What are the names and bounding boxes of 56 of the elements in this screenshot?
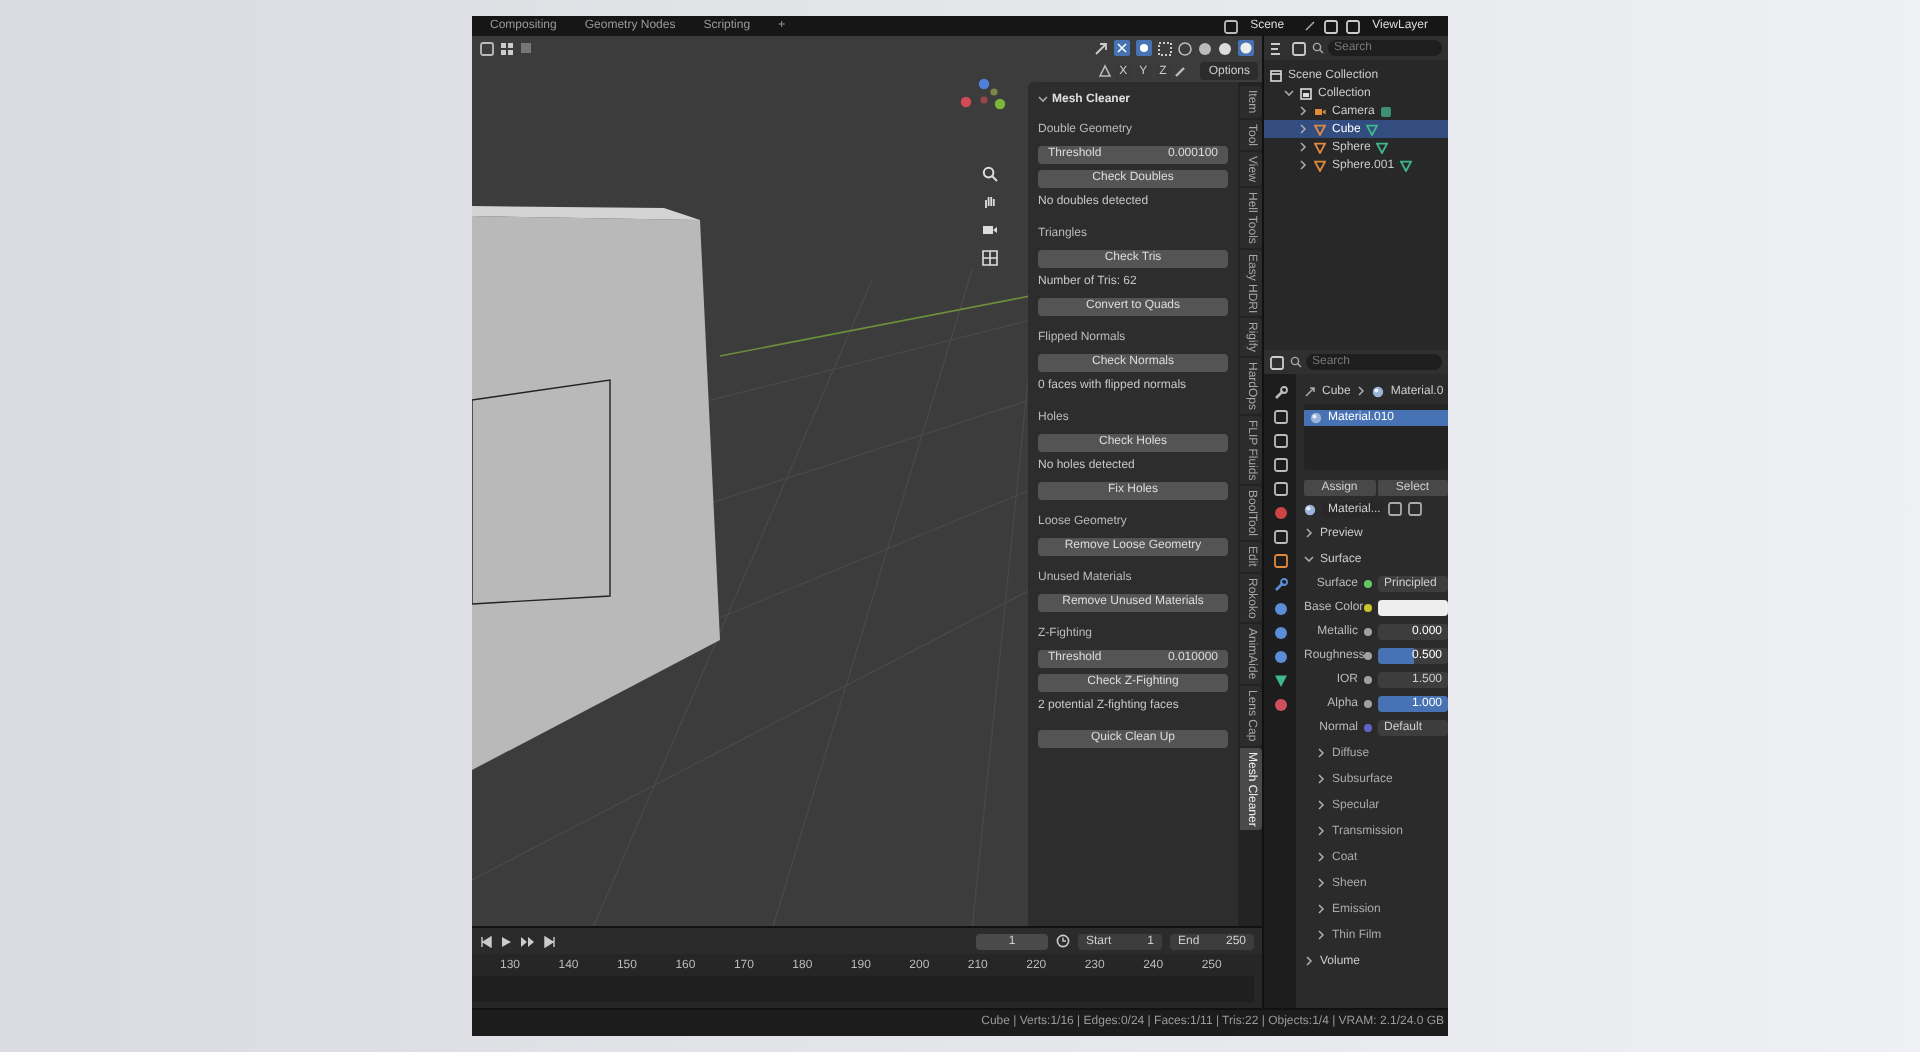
chevron-right-icon[interactable] (1304, 528, 1314, 538)
wireframe-sphere-icon[interactable] (1178, 41, 1192, 55)
box-icon (1270, 69, 1282, 81)
chevron-right-icon[interactable] (1316, 904, 1326, 914)
wrench-icon[interactable] (1273, 578, 1287, 592)
chevron-down-icon[interactable] (1284, 88, 1294, 98)
color-swatch[interactable] (1378, 600, 1448, 616)
jump-end-icon[interactable] (544, 935, 556, 947)
solid-sphere-icon[interactable] (1198, 41, 1212, 55)
play-icon[interactable] (500, 935, 512, 947)
grid-icon[interactable] (500, 41, 514, 55)
chevron-right-icon[interactable] (1298, 160, 1308, 170)
square-icon[interactable] (1273, 410, 1287, 424)
sphere-icon (1372, 385, 1385, 397)
square-icon[interactable] (1273, 554, 1287, 568)
chevron-down-icon[interactable] (1038, 94, 1048, 104)
chevron-right-icon[interactable] (1316, 852, 1326, 862)
chevron-down-icon[interactable] (1304, 554, 1314, 564)
chevron-right-icon[interactable] (1298, 142, 1308, 152)
circle-icon[interactable] (1273, 698, 1287, 712)
grid-icon[interactable] (982, 250, 998, 266)
magnifier-icon[interactable] (982, 166, 998, 182)
square-icon[interactable] (1273, 458, 1287, 472)
clock-icon[interactable] (1056, 934, 1070, 948)
square-icon[interactable] (1273, 482, 1287, 496)
chevron-right-icon[interactable] (1316, 748, 1326, 758)
material-sphere-icon[interactable] (1218, 41, 1232, 55)
sphere-icon (1304, 503, 1316, 515)
chevron-right-icon[interactable] (1304, 956, 1314, 966)
search-icon (1312, 42, 1324, 54)
square-icon[interactable] (1380, 105, 1393, 117)
box-icon (1300, 87, 1312, 99)
chevron-right-icon[interactable] (1316, 930, 1326, 940)
square-icon[interactable] (1273, 530, 1287, 544)
triangle-icon[interactable] (1273, 674, 1287, 688)
chevron-right-icon[interactable] (1298, 124, 1308, 134)
next-key-icon[interactable] (520, 935, 536, 947)
chevron-right-icon[interactable] (1298, 106, 1308, 116)
circle-icon[interactable] (1273, 626, 1287, 640)
circle-icon[interactable] (1273, 602, 1287, 616)
hand-icon[interactable] (982, 194, 998, 210)
camera-icon (1314, 105, 1326, 117)
square-icon[interactable] (1273, 434, 1287, 448)
chevron-right-icon (1356, 386, 1367, 396)
chevron-right-icon[interactable] (1316, 800, 1326, 810)
circle-icon[interactable] (1273, 650, 1287, 664)
sphere-icon (1310, 412, 1322, 424)
chevron-right-icon[interactable] (1316, 774, 1326, 784)
wrench-icon[interactable] (1273, 386, 1287, 400)
jump-start-icon[interactable] (480, 935, 492, 947)
circle-icon[interactable] (1273, 506, 1287, 520)
chevron-right-icon[interactable] (1316, 878, 1326, 888)
rendered-sphere-icon[interactable] (1238, 40, 1254, 56)
search-icon (1290, 356, 1302, 368)
chevron-right-icon[interactable] (1316, 826, 1326, 836)
camera-icon[interactable] (982, 222, 998, 238)
